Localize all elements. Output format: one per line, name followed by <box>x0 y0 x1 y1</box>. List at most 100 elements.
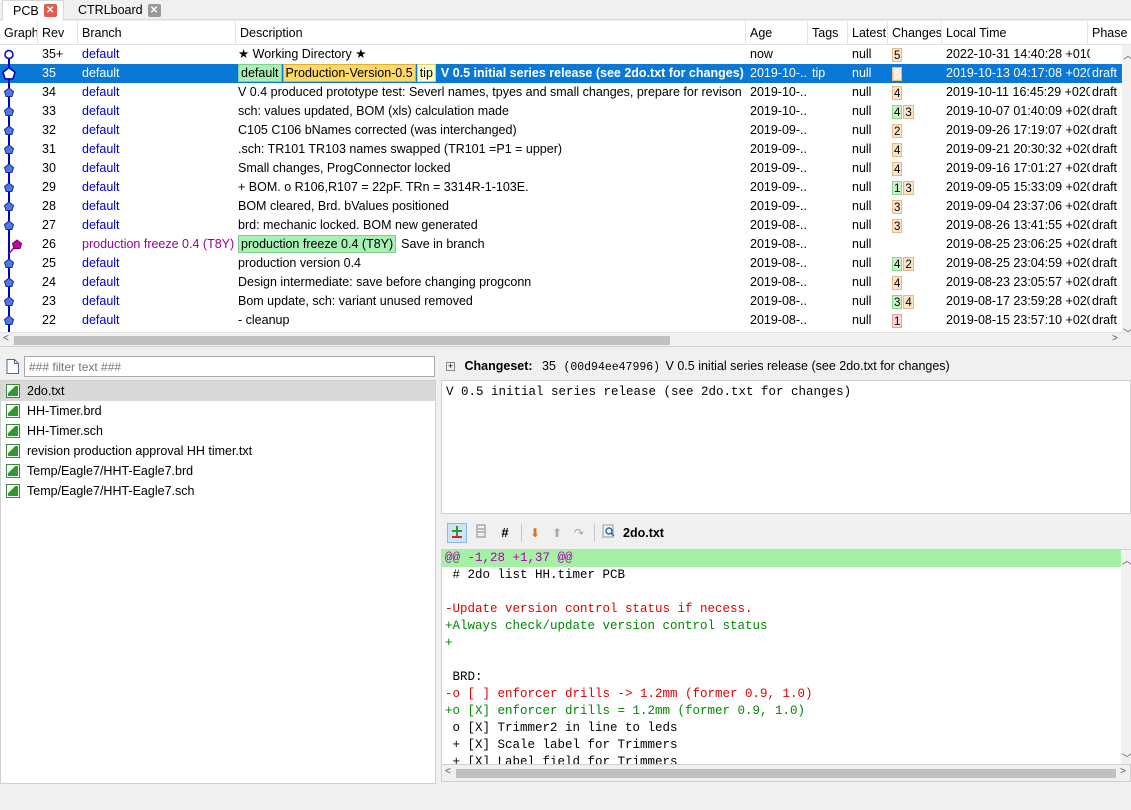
scroll-down-icon[interactable]: ﹀ <box>1122 750 1131 765</box>
local-time-cell: 2019-08-17 23:59:28 +0200 <box>946 294 1090 308</box>
file-list-item[interactable]: Temp/Eagle7/HHT-Eagle7.sch <box>1 481 435 501</box>
table-row[interactable]: 25 default production version 0.4 2019-08-.… <box>0 254 1122 273</box>
expand-icon[interactable]: + <box>446 362 455 372</box>
scroll-right-icon[interactable]: > <box>1112 333 1118 344</box>
changed-files-list: 2do.txt HH-Timer.brd HH-Timer.sch revision … <box>0 380 436 784</box>
file-list-item[interactable]: HH-Timer.sch <box>1 421 435 441</box>
age-cell: 2019-09-... <box>750 161 808 175</box>
graph-node[interactable] <box>3 201 15 212</box>
table-row[interactable]: 30 default Small changes, ProgConnector lo… <box>0 159 1122 178</box>
scroll-left-icon[interactable]: < <box>3 333 9 344</box>
change-count-badge: 4 <box>892 275 903 290</box>
annotate-icon[interactable]: # <box>495 523 515 543</box>
diff-mode-icon[interactable] <box>447 523 467 543</box>
graph-node[interactable] <box>3 87 15 98</box>
col-graph[interactable]: Graph <box>0 21 38 45</box>
log-vertical-scrollbar[interactable]: ︿ ﹀ <box>1122 45 1131 340</box>
diff-horizontal-scrollbar[interactable]: < > <box>441 765 1131 782</box>
col-rev[interactable]: Rev <box>38 21 78 45</box>
scroll-up-icon[interactable]: ︿ <box>1122 552 1131 567</box>
graph-node[interactable] <box>3 125 15 136</box>
graph-node[interactable] <box>3 277 15 288</box>
table-row[interactable]: 26 production freeze 0.4 (T8Y) production … <box>0 235 1122 254</box>
redo-icon[interactable]: ↷ <box>569 523 589 543</box>
rev-cell: 27 <box>42 218 56 232</box>
scroll-up-icon[interactable]: ︿ <box>1123 47 1131 62</box>
tab-pcb[interactable]: PCB ✕ <box>2 0 64 21</box>
search-icon[interactable] <box>599 523 619 543</box>
close-icon[interactable]: ✕ <box>43 4 57 17</box>
table-row[interactable]: 35+ default ★ Working Directory ★ now null 5 2… <box>0 45 1122 64</box>
branch-cell: default <box>82 275 120 289</box>
scroll-thumb[interactable] <box>456 769 1116 778</box>
commit-message[interactable]: V 0.5 initial series release (see 2do.tx… <box>441 380 1131 514</box>
log-horizontal-scrollbar[interactable]: < > <box>0 332 1131 346</box>
scroll-left-icon[interactable]: < <box>445 766 451 777</box>
scroll-right-icon[interactable]: > <box>1120 766 1126 777</box>
graph-node[interactable] <box>2 66 16 80</box>
col-changes[interactable]: Changes <box>888 21 942 45</box>
file-name: HH-Timer.sch <box>27 424 103 438</box>
changes-cell: 13 <box>888 178 942 197</box>
diff-view[interactable]: @@ -1,28 +1,37 @@ # 2do list HH.timer PC… <box>441 549 1131 765</box>
col-tags[interactable]: Tags <box>808 21 848 45</box>
col-branch[interactable]: Branch <box>78 21 236 45</box>
table-row[interactable]: 28 default BOM cleared, Brd. bValues posit… <box>0 197 1122 216</box>
filter-input[interactable] <box>24 356 435 377</box>
graph-node[interactable] <box>3 182 15 193</box>
prev-hunk-icon[interactable]: ⬆ <box>547 523 567 543</box>
col-age[interactable]: Age <box>746 21 808 45</box>
scroll-thumb[interactable] <box>14 336 670 345</box>
description-text: BOM cleared, Brd. bValues positioned <box>238 199 449 213</box>
col-description[interactable]: Description <box>236 21 746 45</box>
next-hunk-icon[interactable]: ⬇ <box>525 523 545 543</box>
branch-cell: default <box>82 199 120 213</box>
file-list-item[interactable]: 2do.txt <box>1 381 435 401</box>
file-view-icon[interactable] <box>471 523 491 543</box>
table-row[interactable]: 22 default - cleanup 2019-08-... null 1 2019-0… <box>0 311 1122 330</box>
change-count-badge: 4 <box>892 256 903 271</box>
working-directory-node[interactable] <box>4 49 14 60</box>
changes-cell <box>888 235 942 254</box>
table-row[interactable]: 31 default .sch: TR101 TR103 names swapped… <box>0 140 1122 159</box>
graph-node[interactable] <box>3 258 15 269</box>
file-list-item[interactable]: Temp/Eagle7/HHT-Eagle7.brd <box>1 461 435 481</box>
graph-node[interactable] <box>11 239 23 249</box>
document-icon[interactable] <box>6 359 19 374</box>
close-icon[interactable]: ✕ <box>147 3 161 17</box>
table-row[interactable]: 24 default Design intermediate: save befor… <box>0 273 1122 292</box>
tags-cell <box>808 311 848 330</box>
table-row[interactable]: 32 default C105 C106 bNames corrected (was… <box>0 121 1122 140</box>
graph-node[interactable] <box>3 106 15 117</box>
table-row[interactable]: 27 default brd: mechanic locked. BOM new g… <box>0 216 1122 235</box>
rev-cell: 24 <box>42 275 56 289</box>
age-cell: 2019-08-... <box>750 237 808 251</box>
diff-vertical-scrollbar[interactable]: ︿ ﹀ <box>1121 550 1131 765</box>
graph-node[interactable] <box>3 144 15 155</box>
changes-cell: 4 <box>888 273 942 292</box>
file-list-item[interactable]: revision production approval HH timer.tx… <box>1 441 435 461</box>
description-cell: production freeze 0.4 (T8Y) Save in branc… <box>236 235 746 254</box>
col-phase[interactable]: Phase <box>1088 21 1131 45</box>
table-row[interactable]: 23 default Bom update, sch: variant unused… <box>0 292 1122 311</box>
col-latest[interactable]: Latest <box>848 21 888 45</box>
tags-cell <box>808 235 848 254</box>
table-row[interactable]: 33 default sch: values updated, BOM (xls) … <box>0 102 1122 121</box>
branch-cell: default <box>82 142 120 156</box>
graph-node[interactable] <box>3 315 15 326</box>
log-rows: 35+ default ★ Working Directory ★ now null 5 2… <box>0 45 1122 330</box>
graph-node[interactable] <box>3 296 15 307</box>
latest-cell: null <box>852 66 872 80</box>
col-local-time[interactable]: Local Time <box>942 21 1088 45</box>
table-row[interactable]: 34 default V 0.4 produced prototype test: … <box>0 83 1122 102</box>
table-row[interactable]: 35 default default Production-Version-0.5 ti… <box>0 64 1122 83</box>
app-window: PCB ✕ CTRLboard ✕ Graph Rev Branch Descr… <box>0 0 1131 810</box>
file-list-item[interactable]: HH-Timer.brd <box>1 401 435 421</box>
diff-context-line: + [X] Label field for Trimmers <box>445 755 678 765</box>
table-row[interactable]: 29 default + BOM. o R106,R107 = 22pF. TRn … <box>0 178 1122 197</box>
graph-node[interactable] <box>3 163 15 174</box>
latest-cell: null <box>852 294 872 308</box>
graph-node[interactable] <box>3 220 15 231</box>
tab-ctrlboard[interactable]: CTRLboard ✕ <box>68 0 167 20</box>
diff-hunk-header: @@ -1,28 +1,37 @@ <box>442 550 1130 567</box>
